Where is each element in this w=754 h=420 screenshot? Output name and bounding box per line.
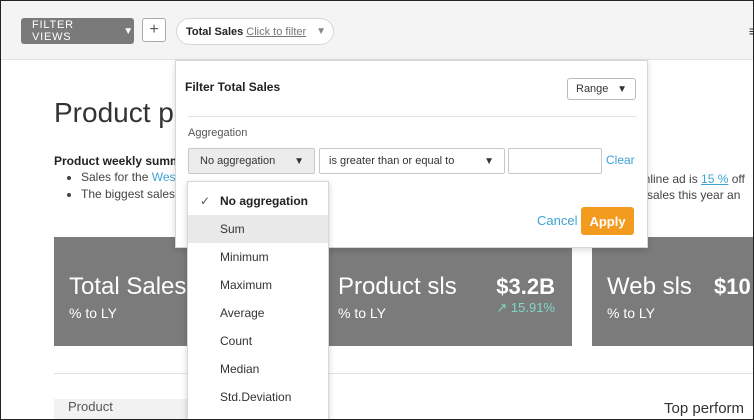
- dropdown-item-label: Minimum: [220, 250, 269, 264]
- section-divider: [54, 373, 753, 374]
- click-to-filter-link[interactable]: Click to filter: [246, 26, 306, 38]
- dropdown-item-label: Median: [220, 362, 260, 376]
- page-title: Product p: [54, 97, 174, 128]
- popup-divider: [188, 116, 637, 117]
- dropdown-item-label: Average: [220, 306, 265, 320]
- filter-toolbar: FILTER VIEWS ▼ + Total Sales Click to fi…: [1, 1, 753, 60]
- product-table-header: Product: [54, 399, 194, 419]
- dropdown-item-label: Std.Deviation: [220, 390, 292, 404]
- aggregation-value: No aggregation: [200, 155, 276, 167]
- dropdown-item-sum[interactable]: Sum: [188, 215, 328, 243]
- range-label: Range: [576, 83, 609, 95]
- kpi-card-title: Web sls: [607, 273, 692, 300]
- dropdown-item-count[interactable]: Count: [188, 327, 328, 355]
- apply-button[interactable]: Apply: [581, 207, 634, 235]
- condition-value: is greater than or equal to: [329, 155, 455, 167]
- chevron-down-icon: ▼: [484, 155, 494, 167]
- dropdown-item-no-aggregation[interactable]: ✓ No aggregation: [188, 187, 328, 215]
- aggregation-select[interactable]: No aggregation ▼: [188, 148, 315, 174]
- cancel-button[interactable]: Cancel: [537, 213, 577, 228]
- dropdown-item-median[interactable]: Median: [188, 355, 328, 383]
- right-line2: n sales this year an: [637, 188, 741, 202]
- summary-bullet: The biggest sales: [81, 186, 176, 203]
- kpi-card-product-sls: Product sls % to LY $3.2B ↗ 15.91%: [323, 237, 572, 346]
- product-label: Product: [68, 399, 113, 414]
- dropdown-item-std-deviation[interactable]: Std.Deviation: [188, 383, 328, 411]
- condition-select[interactable]: is greater than or equal to ▼: [319, 148, 505, 174]
- kpi-card-delta: ↗ 15.91%: [496, 300, 555, 315]
- dropdown-item-minimum[interactable]: Minimum: [188, 243, 328, 271]
- right-line1-post: off: [728, 172, 745, 186]
- aggregation-label: Aggregation: [188, 127, 248, 139]
- summary-bullet: Sales for the Wes: [81, 169, 176, 186]
- chevron-down-icon: ▼: [316, 26, 327, 37]
- menu-icon[interactable]: ≡: [749, 23, 753, 39]
- total-sales-filter-pill[interactable]: Total Sales Click to filter ▼: [176, 18, 334, 45]
- kpi-card-value: $3.2B: [496, 274, 555, 299]
- range-select[interactable]: Range ▼: [567, 78, 636, 100]
- kpi-card-title: Product sls: [338, 273, 457, 300]
- summary-bullets: Sales for the Wes The biggest sales: [68, 169, 176, 203]
- check-icon: ✓: [200, 194, 211, 208]
- dropdown-item-label: Count: [220, 334, 253, 348]
- dropdown-item-label: Maximum: [220, 278, 273, 292]
- aggregation-dropdown: ✓ No aggregation Sum Minimum Maximum Ave…: [187, 181, 329, 419]
- top-performers-heading: Top perform: [664, 400, 745, 417]
- right-line1-accent[interactable]: 15 %: [701, 172, 728, 186]
- chevron-down-icon: ▼: [617, 83, 627, 95]
- filter-pill-name: Total Sales: [186, 25, 244, 38]
- summary-title: Product weekly summ: [54, 154, 181, 168]
- filter-value-input[interactable]: [508, 148, 602, 174]
- bullet-accent: Wes: [151, 170, 176, 184]
- kpi-card-sub: % to LY: [338, 305, 386, 321]
- filter-views-button[interactable]: FILTER VIEWS ▼: [21, 18, 134, 44]
- kpi-card-title: Total Sales: [69, 273, 187, 300]
- kpi-card-sub: % to LY: [607, 305, 655, 321]
- dropdown-item-maximum[interactable]: Maximum: [188, 271, 328, 299]
- dropdown-item-label: Sum: [220, 222, 245, 236]
- dropdown-item-label: No aggregation: [220, 194, 309, 208]
- dropdown-item-average[interactable]: Average: [188, 299, 328, 327]
- kpi-card-web-sls: Web sls % to LY $10: [592, 237, 753, 346]
- chevron-down-icon: ▼: [123, 25, 134, 37]
- chevron-down-icon: ▼: [294, 155, 304, 167]
- bullet-text: The biggest sales: [81, 187, 176, 201]
- bullet-text: Sales for the: [81, 170, 152, 184]
- app-frame: FILTER VIEWS ▼ + Total Sales Click to fi…: [0, 0, 754, 420]
- add-filter-button[interactable]: +: [142, 18, 166, 42]
- kpi-card-value: $10: [714, 274, 751, 299]
- summary-right-text: online ad is 15 % off n sales this year …: [637, 171, 745, 203]
- kpi-card-sub: % to LY: [69, 305, 117, 321]
- clear-link[interactable]: Clear: [606, 153, 635, 167]
- popup-title: Filter Total Sales: [185, 80, 281, 94]
- filter-views-label: FILTER VIEWS: [32, 19, 74, 43]
